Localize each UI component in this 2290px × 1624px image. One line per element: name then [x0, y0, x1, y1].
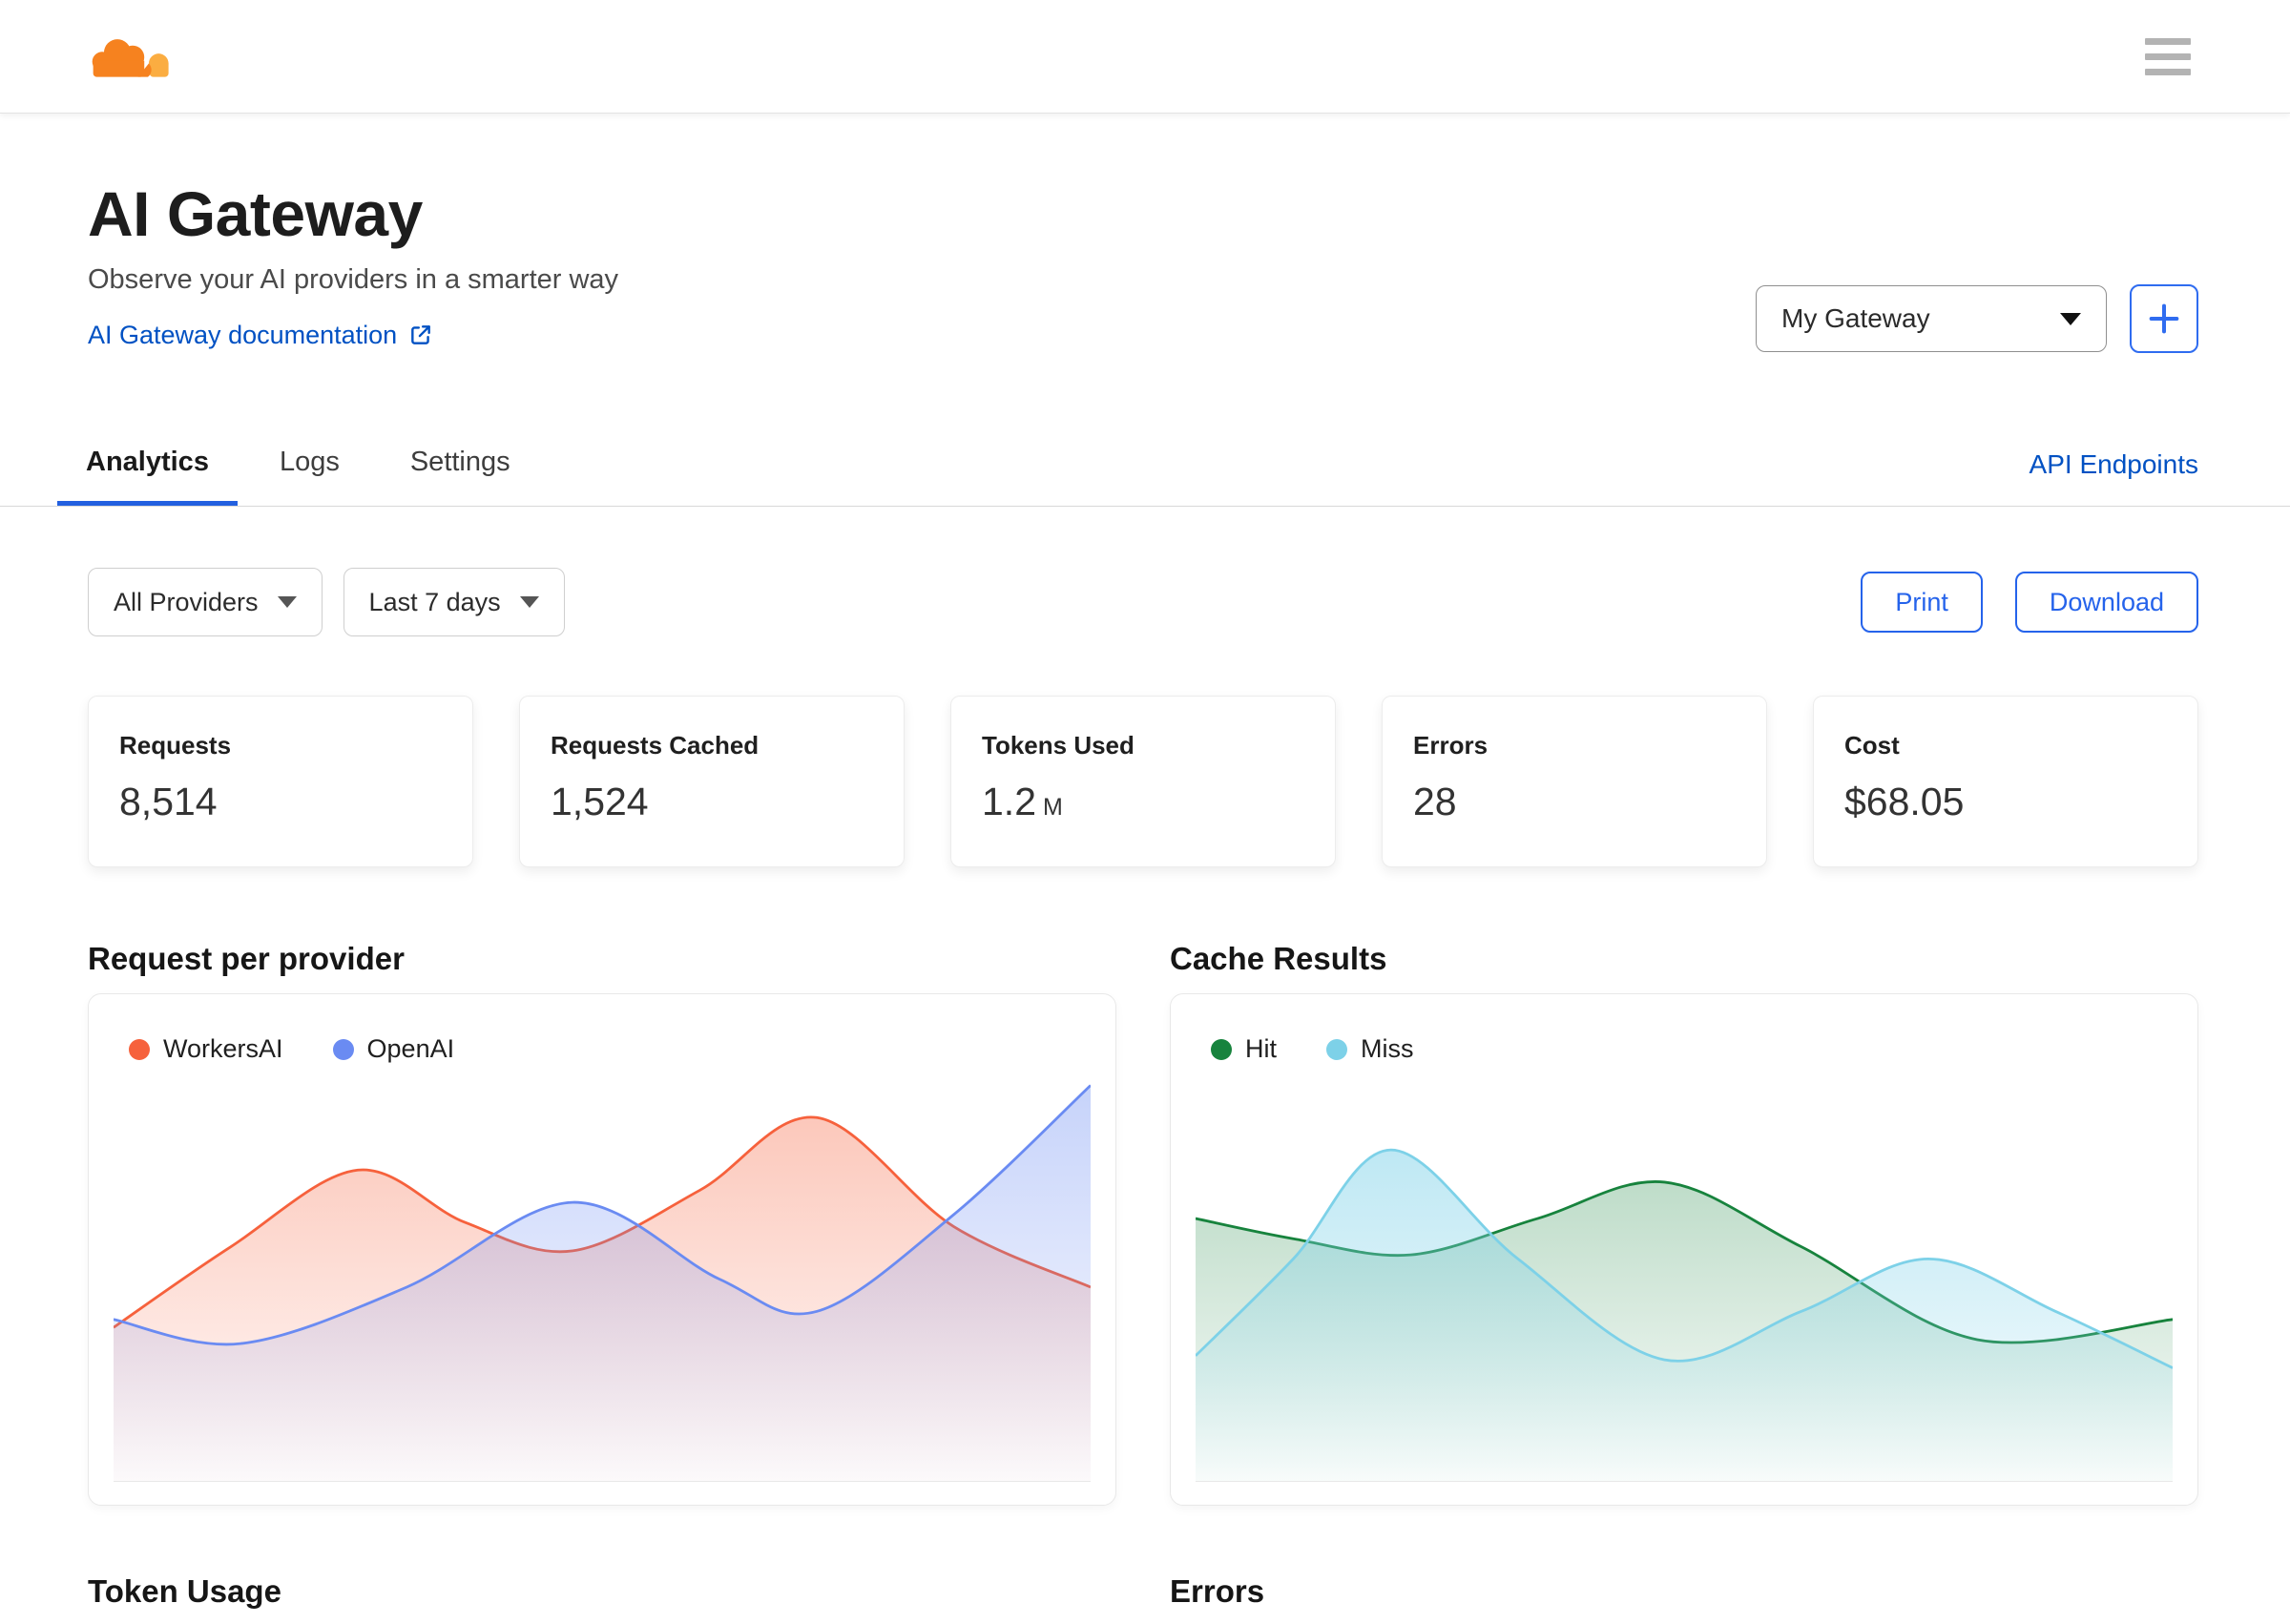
legend-item-hit: Hit: [1211, 1034, 1277, 1064]
page-header-right: My Gateway: [1756, 284, 2198, 353]
tabs: Analytics Logs Settings: [57, 423, 552, 506]
provider-select[interactable]: All Providers: [88, 568, 323, 636]
chart-section-requests-per-provider: Request per provider WorkersAI OpenAI: [88, 940, 1116, 1506]
stat-value-unit: M: [1043, 794, 1063, 821]
print-button[interactable]: Print: [1861, 572, 1983, 633]
legend-item-workersai: WorkersAI: [129, 1034, 283, 1064]
stat-value: 1.2 M: [982, 780, 1304, 824]
filters-right: Print Download: [1861, 572, 2198, 633]
area-chart-cache-results: [1196, 1077, 2173, 1481]
section-title-token-usage: Token Usage: [88, 1573, 281, 1609]
chart-legend: WorkersAI OpenAI: [114, 1034, 1091, 1064]
top-bar: [0, 0, 2290, 114]
documentation-link[interactable]: AI Gateway documentation: [88, 316, 433, 354]
workersai-legend-dot: [129, 1038, 150, 1060]
stat-label: Requests Cached: [551, 731, 760, 760]
charts-row: Request per provider WorkersAI OpenAI Ca…: [88, 940, 2198, 1506]
add-gateway-button[interactable]: [2130, 284, 2198, 353]
tab-analytics-label: Analytics: [86, 446, 209, 477]
legend-label: Hit: [1245, 1034, 1277, 1063]
page-title: AI Gateway: [88, 178, 423, 249]
provider-select-value: All Providers: [114, 587, 259, 616]
download-button[interactable]: Download: [2014, 572, 2198, 633]
openai-legend-dot: [332, 1038, 354, 1060]
date-range-select-value: Last 7 days: [368, 587, 501, 616]
chevron-down-icon: [277, 596, 297, 608]
stat-card-errors: Errors 28: [1382, 696, 1767, 867]
stat-value: 1,524: [551, 780, 649, 823]
cloudflare-logo-cloud: [92, 39, 152, 77]
hamburger-menu-icon[interactable]: [2145, 37, 2191, 75]
chevron-down-icon: [2060, 312, 2081, 325]
chevron-down-icon: [519, 596, 539, 608]
tab-settings[interactable]: Settings: [382, 423, 539, 506]
page-header-left: AI Gateway Observe your AI providers in …: [88, 177, 618, 354]
external-link-icon: [411, 325, 431, 344]
legend-label: WorkersAI: [163, 1034, 283, 1063]
stat-label: Tokens Used: [982, 731, 1135, 760]
area-chart-requests-per-provider: [114, 1077, 1091, 1481]
page-header: AI Gateway Observe your AI providers in …: [0, 114, 2290, 354]
chart-card: WorkersAI OpenAI: [88, 993, 1116, 1506]
legend-item-openai: OpenAI: [332, 1034, 455, 1064]
legend-label: OpenAI: [366, 1034, 455, 1063]
page-subtitle: Observe your AI providers in a smarter w…: [88, 264, 619, 295]
gateway-select-value: My Gateway: [1781, 303, 1930, 333]
tab-logs[interactable]: Logs: [251, 423, 368, 506]
stat-label: Errors: [1413, 731, 1488, 760]
api-endpoints-link[interactable]: API Endpoints: [2030, 449, 2198, 480]
chart-title: Request per provider: [88, 941, 405, 976]
stat-cards-row: Requests 8,514 Requests Cached 1,524 Tok…: [88, 696, 2198, 867]
stat-card-tokens-used: Tokens Used 1.2 M: [950, 696, 1336, 867]
filters-row: All Providers Last 7 days Print Download: [88, 568, 2198, 636]
chart-title: Cache Results: [1170, 941, 1387, 976]
tab-logs-label: Logs: [279, 446, 340, 477]
hit-legend-dot: [1211, 1038, 1232, 1060]
stat-card-requests-cached: Requests Cached 1,524: [519, 696, 905, 867]
legend-label: Miss: [1361, 1034, 1414, 1063]
miss-legend-dot: [1326, 1038, 1347, 1060]
gateway-select[interactable]: My Gateway: [1756, 285, 2107, 352]
plus-icon: [2149, 303, 2179, 334]
requests-per-provider-plot: [114, 1077, 1091, 1482]
cloudflare-logo-light-cloud: [148, 53, 169, 77]
stat-value-number: 1.2: [982, 780, 1036, 823]
cache-results-plot: [1196, 1077, 2173, 1482]
legend-item-miss: Miss: [1326, 1034, 1414, 1064]
section-title-errors: Errors: [1170, 1573, 1265, 1609]
documentation-link-label: AI Gateway documentation: [88, 321, 398, 349]
bottom-sections-row: Token Usage Errors: [88, 1572, 2198, 1611]
stat-value: 8,514: [119, 780, 218, 823]
stat-value: 28: [1413, 780, 1457, 823]
tab-analytics[interactable]: Analytics: [57, 423, 238, 506]
tab-settings-label: Settings: [409, 446, 510, 477]
chart-legend: Hit Miss: [1196, 1034, 2173, 1064]
stat-card-cost: Cost $68.05: [1813, 696, 2198, 867]
cloudflare-logo[interactable]: [88, 34, 177, 78]
stat-label: Cost: [1844, 731, 1900, 760]
stat-card-requests: Requests 8,514: [88, 696, 473, 867]
stat-value: $68.05: [1844, 780, 1965, 823]
stat-label: Requests: [119, 731, 232, 760]
chart-section-cache-results: Cache Results Hit Miss: [1170, 940, 2198, 1506]
chart-card: Hit Miss: [1170, 993, 2198, 1506]
date-range-select[interactable]: Last 7 days: [343, 568, 565, 636]
tab-bar: Analytics Logs Settings API Endpoints: [0, 423, 2290, 507]
filters-left: All Providers Last 7 days: [88, 568, 565, 636]
